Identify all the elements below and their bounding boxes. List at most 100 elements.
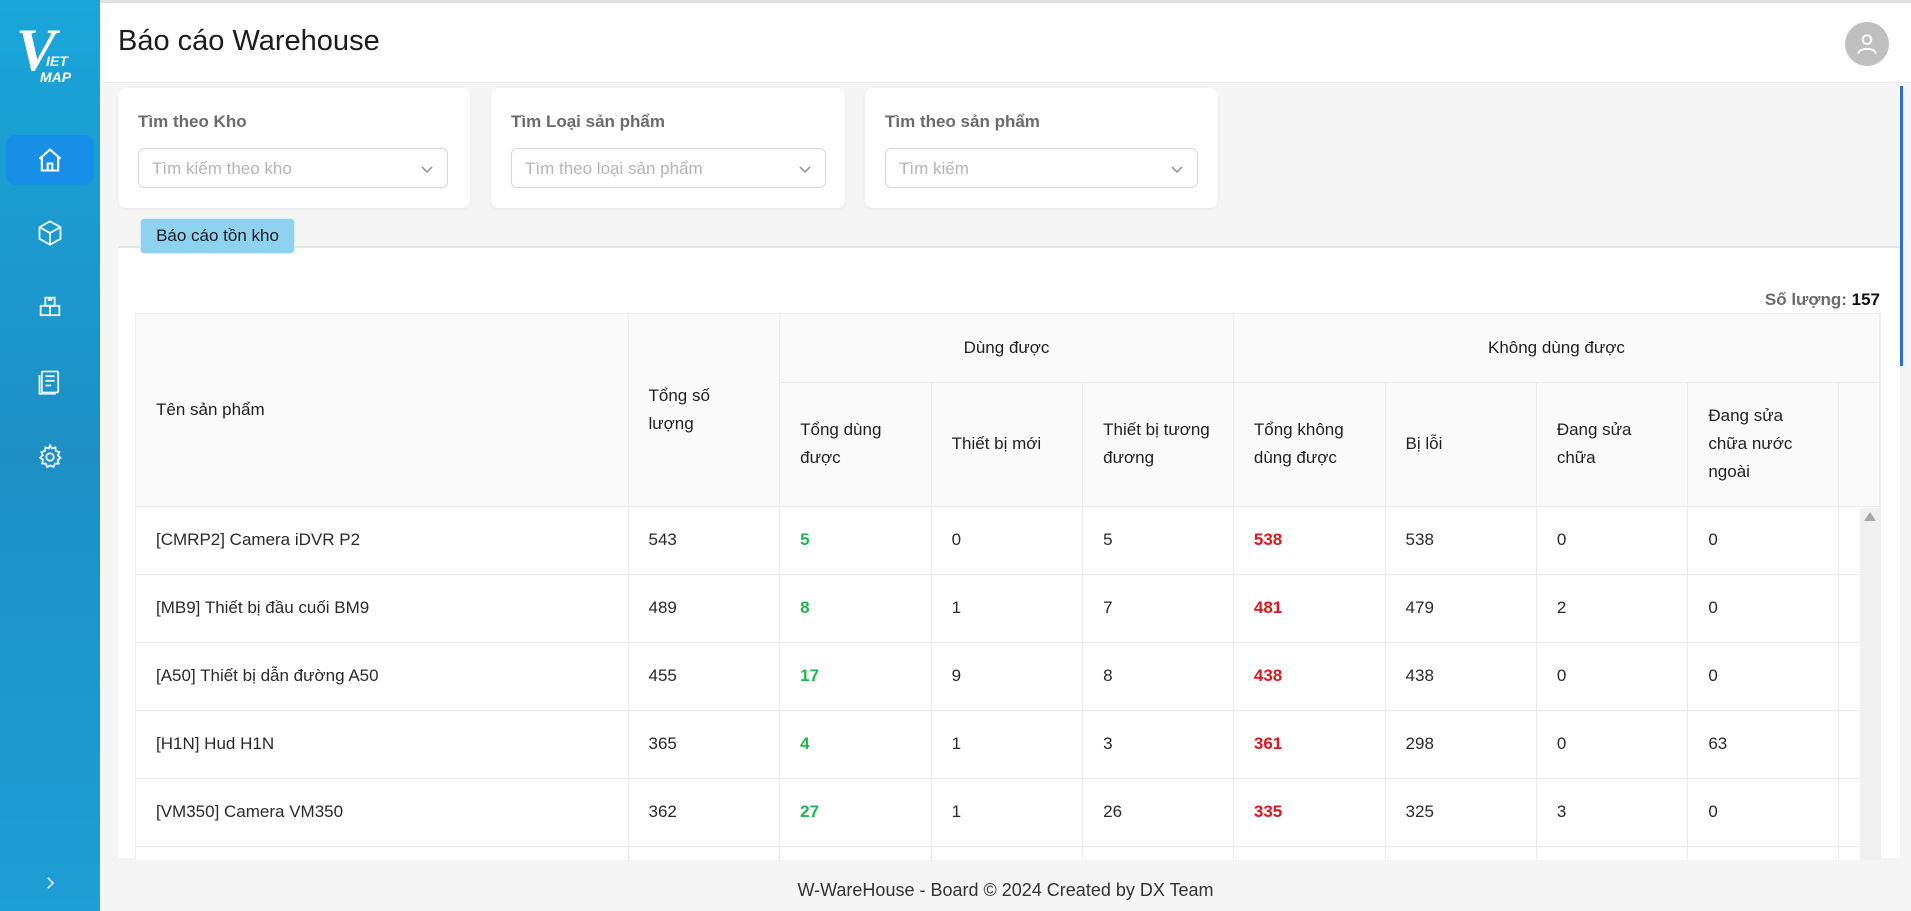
- cell-total: 489: [628, 574, 781, 643]
- filter-card-warehouse: Tìm theo Kho Tìm kiếm theo kho: [118, 88, 470, 208]
- cell-empty: [1536, 846, 1689, 860]
- cell-repairing: 0: [1536, 506, 1689, 575]
- header: Báo cáo Warehouse: [100, 3, 1911, 83]
- cell-faulty: 479: [1385, 574, 1537, 643]
- page-scrollbar[interactable]: [1900, 86, 1903, 366]
- header-faulty[interactable]: Bị lỗi: [1385, 382, 1537, 507]
- cell-total: 365: [628, 710, 781, 779]
- cell-faulty: 538: [1385, 506, 1537, 575]
- document-icon: [38, 370, 60, 395]
- stack-boxes-icon: [39, 296, 61, 317]
- cell-empty: [779, 846, 932, 860]
- cell-new: 1: [931, 710, 1084, 779]
- header-equivalent-devices[interactable]: Thiết bị tương đương: [1082, 382, 1234, 507]
- cell-usable-total: 27: [779, 778, 932, 847]
- cell-usable-total: 4: [779, 710, 932, 779]
- header-product-name[interactable]: Tên sản phẩm: [136, 314, 629, 507]
- count-label: Số lượng:: [1764, 290, 1847, 309]
- cell-repairing: 3: [1536, 778, 1689, 847]
- sidebar-item-settings[interactable]: [6, 432, 94, 482]
- cell-product-name: [CMRP2] Camera iDVR P2: [136, 506, 629, 575]
- cell-faulty: 438: [1385, 642, 1537, 711]
- home-icon: [38, 148, 62, 172]
- vietmap-logo[interactable]: V IET MAP: [14, 18, 86, 88]
- inventory-table-container: Tên sản phẩm Tổng số lượng Dùng được Khô…: [135, 313, 1881, 860]
- cell-unusable-total: 361: [1233, 710, 1386, 779]
- table-row[interactable]: [136, 846, 1880, 860]
- cell-usable-total: 8: [779, 574, 932, 643]
- table-row[interactable]: [MB9] Thiết bị đầu cuối BM9 489 8 1 7 48…: [136, 574, 1880, 643]
- header-overflow-column: [1838, 382, 1880, 507]
- cell-product-name: [MB9] Thiết bị đầu cuối BM9: [136, 574, 629, 643]
- sidebar-item-home[interactable]: [6, 135, 94, 185]
- svg-text:MAP: MAP: [40, 69, 72, 85]
- filter-label: Tìm theo sản phẩm: [885, 112, 1040, 131]
- inventory-table: Tên sản phẩm Tổng số lượng Dùng được Khô…: [136, 314, 1880, 860]
- cell-equivalent: 26: [1082, 778, 1234, 847]
- cell-new: 0: [931, 506, 1084, 575]
- cell-product-name: [VM350] Camera VM350: [136, 778, 629, 847]
- header-usable-total[interactable]: Tổng dùng được: [779, 382, 932, 507]
- header-new-devices[interactable]: Thiết bị mới: [931, 382, 1084, 507]
- cell-repairing-abroad: 0: [1687, 642, 1839, 711]
- table-row[interactable]: [H1N] Hud H1N 365 4 1 3 361 298 0 63: [136, 710, 1880, 779]
- header-group-unusable: Không dùng được: [1233, 314, 1880, 383]
- cell-unusable-total: 538: [1233, 506, 1386, 575]
- chevron-right-icon: [47, 877, 55, 889]
- product-select[interactable]: Tìm kiếm: [885, 148, 1198, 188]
- sidebar-item-reports[interactable]: [6, 357, 94, 407]
- cell-empty: [628, 846, 781, 860]
- cell-faulty: 298: [1385, 710, 1537, 779]
- cell-equivalent: 3: [1082, 710, 1234, 779]
- table-scrollbar[interactable]: [1860, 508, 1880, 860]
- cell-usable-total: 5: [779, 506, 932, 575]
- sidebar-collapse-button[interactable]: [30, 863, 70, 903]
- select-placeholder: Tìm theo loại sản phẩm: [525, 159, 703, 178]
- warehouse-select[interactable]: Tìm kiếm theo kho: [138, 148, 448, 188]
- cell-usable-total: 17: [779, 642, 932, 711]
- select-placeholder: Tìm kiếm theo kho: [152, 159, 292, 178]
- table-row[interactable]: [CMRP2] Camera iDVR P2 543 5 0 5 538 538…: [136, 506, 1880, 575]
- cell-faulty: 325: [1385, 778, 1537, 847]
- cell-unusable-total: 335: [1233, 778, 1386, 847]
- chevron-down-icon: [421, 166, 433, 174]
- gear-icon: [38, 443, 62, 469]
- cell-repairing: 0: [1536, 642, 1689, 711]
- cell-empty: [1385, 846, 1537, 860]
- header-unusable-total[interactable]: Tổng không dùng được: [1233, 382, 1386, 507]
- header-repairing-abroad[interactable]: Đang sửa chữa nước ngoài: [1687, 382, 1839, 507]
- cell-empty: [931, 846, 1084, 860]
- user-icon: [1857, 34, 1877, 55]
- sidebar-item-products[interactable]: [6, 208, 94, 258]
- table-row[interactable]: [VM350] Camera VM350 362 27 1 26 335 325…: [136, 778, 1880, 847]
- record-count: Số lượng: 157: [1765, 290, 1880, 310]
- table-row[interactable]: [A50] Thiết bị dẫn đường A50 455 17 9 8 …: [136, 642, 1880, 711]
- filter-card-product-type: Tìm Loại sản phẩm Tìm theo loại sản phẩm: [491, 88, 845, 208]
- cell-equivalent: 5: [1082, 506, 1234, 575]
- scroll-up-icon[interactable]: [1864, 512, 1876, 521]
- cell-product-name: [H1N] Hud H1N: [136, 710, 629, 779]
- sidebar: V IET MAP: [0, 0, 100, 911]
- cell-product-name: [A50] Thiết bị dẫn đường A50: [136, 642, 629, 711]
- avatar[interactable]: [1845, 22, 1889, 66]
- cell-repairing: 2: [1536, 574, 1689, 643]
- svg-text:IET: IET: [46, 53, 69, 69]
- filter-label: Tìm theo Kho: [138, 112, 247, 131]
- filter-label: Tìm Loại sản phẩm: [511, 112, 665, 131]
- header-repairing[interactable]: Đang sửa chữa: [1536, 382, 1689, 507]
- cell-new: 1: [931, 574, 1084, 643]
- cell-empty: [1687, 846, 1839, 860]
- sidebar-item-warehouse[interactable]: [6, 282, 94, 332]
- cell-unusable-total: 438: [1233, 642, 1386, 711]
- product-type-select[interactable]: Tìm theo loại sản phẩm: [511, 148, 826, 188]
- tab-inventory-report[interactable]: Báo cáo tồn kho: [140, 218, 295, 254]
- chevron-down-icon: [1171, 166, 1183, 174]
- cell-total: 362: [628, 778, 781, 847]
- cell-empty: [1233, 846, 1386, 860]
- count-value: 157: [1851, 290, 1880, 309]
- footer: W-WareHouse - Board © 2024 Created by DX…: [797, 880, 1214, 900]
- header-total-quantity[interactable]: Tổng số lượng: [628, 314, 781, 507]
- cell-equivalent: 7: [1082, 574, 1234, 643]
- cell-equivalent: 8: [1082, 642, 1234, 711]
- cell-repairing-abroad: 0: [1687, 778, 1839, 847]
